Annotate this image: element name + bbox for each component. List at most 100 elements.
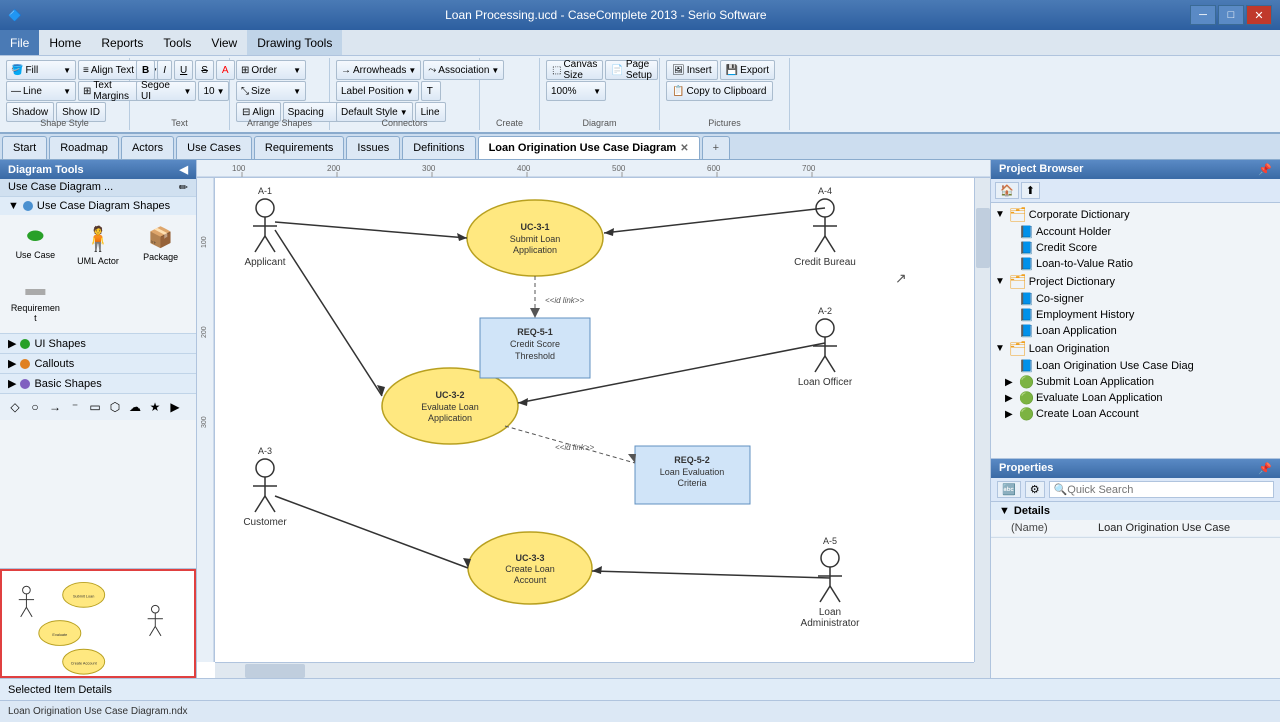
sort-btn[interactable]: 🔤	[997, 481, 1021, 498]
text-row-2: Segoe UI ▼ 10 ▼	[136, 81, 229, 101]
diagram-svg: A-1 Applicant A-4 Credit Bureau	[215, 178, 974, 662]
usecase-evaluate-loan[interactable]: UC-3-2 Evaluate Loan Application	[382, 368, 518, 444]
rect-tool[interactable]: ▭	[86, 398, 104, 416]
menu-home[interactable]: Home	[39, 30, 91, 55]
svg-text:UC-3-3: UC-3-3	[515, 553, 544, 563]
account-holder-icon: 📘	[1019, 225, 1034, 239]
association-icon: ⤳	[428, 65, 436, 76]
line-tool[interactable]: ⁻	[66, 398, 84, 416]
menu-reports[interactable]: Reports	[91, 30, 153, 55]
menu-drawing-tools[interactable]: Drawing Tools	[247, 30, 342, 55]
usecase-submit-loan[interactable]: UC-3-1 Submit Loan Application	[467, 200, 603, 276]
text-connector-btn[interactable]: T	[421, 81, 441, 101]
star-tool[interactable]: ★	[146, 398, 164, 416]
nav-fwd-btn[interactable]: ⬆	[1021, 182, 1040, 199]
menu-view[interactable]: View	[201, 30, 247, 55]
pin-icon[interactable]: 📌	[1258, 163, 1272, 176]
details-section-header[interactable]: ▼ Details	[991, 502, 1280, 520]
tree-credit-score[interactable]: 📘 Credit Score	[991, 240, 1280, 256]
category-use-case-shapes[interactable]: ▼ Use Case Diagram Shapes	[0, 196, 196, 215]
search-box[interactable]: 🔍	[1049, 481, 1274, 498]
panel-collapse-icon[interactable]: ◀	[180, 163, 188, 176]
copy-clipboard-btn[interactable]: 📋 Copy to Clipboard	[666, 81, 773, 101]
horizontal-scrollbar[interactable]	[215, 662, 974, 678]
vertical-scrollbar[interactable]	[974, 178, 990, 662]
tree-submit-loan-app[interactable]: ▶ 🟢 Submit Loan Application	[991, 374, 1280, 390]
underline-btn[interactable]: U	[174, 60, 193, 80]
insert-btn[interactable]: 🖼 Insert	[666, 60, 718, 80]
tab-roadmap[interactable]: Roadmap	[49, 136, 119, 159]
tree-create-loan-account[interactable]: ▶ 🟢 Create Loan Account	[991, 406, 1280, 422]
arrow-tool[interactable]: →	[46, 398, 64, 416]
req-loan-eval[interactable]: REQ-5-2 Loan Evaluation Criteria	[635, 446, 750, 504]
close-button[interactable]: ✕	[1246, 5, 1272, 25]
font-dropdown[interactable]: Segoe UI ▼	[136, 81, 196, 101]
shape-uml-actor[interactable]: 🧍 UML Actor	[69, 221, 128, 270]
properties-pin-icon[interactable]: 📌	[1258, 462, 1272, 475]
tab-loan-origination[interactable]: Loan Origination Use Case Diagram ✕	[478, 136, 700, 159]
scrollbar-corner	[974, 662, 990, 678]
minimize-button[interactable]: ─	[1190, 5, 1216, 25]
tree-employment-history[interactable]: 📘 Employment History	[991, 307, 1280, 323]
category-basic-shapes[interactable]: ▶ Basic Shapes	[0, 373, 196, 393]
tab-actors[interactable]: Actors	[121, 136, 174, 159]
order-dropdown[interactable]: ⊞ Order ▼	[236, 60, 306, 80]
diamond-tool[interactable]: ◇	[6, 398, 24, 416]
tab-close-icon[interactable]: ✕	[680, 143, 688, 154]
add-tab-button[interactable]: +	[702, 136, 730, 159]
usecase-create-loan[interactable]: UC-3-3 Create Loan Account	[468, 532, 592, 604]
shape-category-header[interactable]: Use Case Diagram ... ✏	[0, 179, 196, 196]
ruler-top: 100 200 300 400 500 600 700	[197, 160, 990, 178]
search-icon: 🔍	[1054, 483, 1068, 496]
tab-use-cases[interactable]: Use Cases	[176, 136, 252, 159]
tab-requirements[interactable]: Requirements	[254, 136, 344, 159]
circle-tool[interactable]: ○	[26, 398, 44, 416]
tree-corporate-dict[interactable]: ▼ 🗂 Corporate Dictionary	[991, 205, 1280, 224]
uml-actor-icon: 🧍	[83, 225, 113, 254]
tree-loan-application[interactable]: 📘 Loan Application	[991, 323, 1280, 339]
filter-btn[interactable]: ⚙	[1025, 481, 1045, 498]
tab-start[interactable]: Start	[2, 136, 47, 159]
zoom-dropdown[interactable]: 100% ▼	[546, 81, 606, 101]
plus-icon: +	[713, 142, 719, 154]
export-btn[interactable]: 💾 Export	[720, 60, 775, 80]
req-credit-score[interactable]: REQ-5-1 Credit Score Threshold	[480, 318, 590, 378]
label-pos-dropdown[interactable]: Label Position ▼	[336, 81, 419, 101]
category-callouts[interactable]: ▶ Callouts	[0, 353, 196, 373]
strikethrough-btn[interactable]: S	[195, 60, 214, 80]
shape-requirement[interactable]: ▬ Requirement	[6, 274, 65, 327]
tab-issues[interactable]: Issues	[346, 136, 400, 159]
menu-tools[interactable]: Tools	[153, 30, 201, 55]
tree-loan-origination[interactable]: ▼ 🗂 Loan Origination	[991, 339, 1280, 358]
canvas-size-btn[interactable]: ⬚ Canvas Size	[546, 60, 603, 80]
tab-definitions[interactable]: Definitions	[402, 136, 475, 159]
shapes-list: ▼ Use Case Diagram Shapes ⬬ Use Case 🧍 U…	[0, 196, 196, 568]
more-tool[interactable]: ▶	[166, 398, 184, 416]
arrowheads-dropdown[interactable]: → Arrowheads ▼	[336, 60, 421, 80]
line-dropdown[interactable]: — Line ▼	[6, 81, 76, 101]
tree-project-dict[interactable]: ▼ 🗂 Project Dictionary	[991, 272, 1280, 291]
hexagon-tool[interactable]: ⬡	[106, 398, 124, 416]
search-input[interactable]	[1067, 484, 1269, 496]
shape-package[interactable]: 📦 Package	[131, 221, 190, 270]
menu-file[interactable]: File	[0, 30, 39, 55]
page-setup-btn[interactable]: 📄 Page Setup	[605, 60, 658, 80]
nav-back-btn[interactable]: 🏠	[995, 182, 1019, 199]
tree-co-signer[interactable]: 📘 Co-signer	[991, 291, 1280, 307]
cloud-tool[interactable]: ☁	[126, 398, 144, 416]
tree-evaluate-loan-app[interactable]: ▶ 🟢 Evaluate Loan Application	[991, 390, 1280, 406]
arrowheads-arrow-icon: ▼	[408, 66, 416, 75]
size-dropdown[interactable]: 10 ▼	[198, 81, 229, 101]
italic-btn[interactable]: I	[157, 60, 172, 80]
tree-loan-orig-diagram[interactable]: 📘 Loan Origination Use Case Diag	[991, 358, 1280, 374]
category-ui-shapes[interactable]: ▶ UI Shapes	[0, 333, 196, 353]
bold-btn[interactable]: B	[136, 60, 155, 80]
fill-dropdown[interactable]: 🪣 Fill ▼	[6, 60, 76, 80]
tree-loan-value-ratio[interactable]: 📘 Loan-to-Value Ratio	[991, 256, 1280, 272]
diagram-canvas[interactable]: A-1 Applicant A-4 Credit Bureau	[215, 178, 974, 662]
svg-text:Loan Evaluation: Loan Evaluation	[660, 467, 725, 477]
maximize-button[interactable]: □	[1218, 5, 1244, 25]
tree-account-holder[interactable]: 📘 Account Holder	[991, 224, 1280, 240]
shape-use-case[interactable]: ⬬ Use Case	[6, 221, 65, 270]
size-dropdown2[interactable]: ⤡ Size ▼	[236, 81, 306, 101]
